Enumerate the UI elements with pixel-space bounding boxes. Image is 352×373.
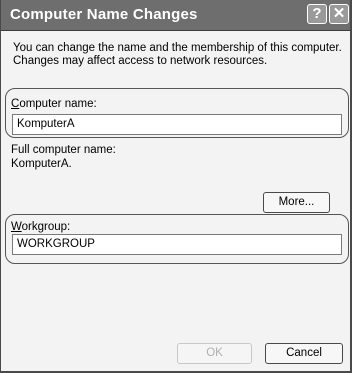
workgroup-label: Workgroup: (11, 221, 70, 233)
full-computer-name-label: Full computer name: (11, 144, 116, 156)
workgroup-label-text: orkgroup: (21, 221, 71, 233)
full-computer-name-value: KomputerA. (11, 158, 72, 170)
window-title: Computer Name Changes (10, 6, 198, 23)
ok-button[interactable]: OK (177, 343, 252, 364)
more-button[interactable]: More... (263, 192, 330, 213)
cancel-button[interactable]: Cancel (265, 343, 343, 364)
title-bar[interactable]: Computer Name Changes ? ✕ (1, 0, 350, 31)
computer-name-changes-dialog: Computer Name Changes ? ✕ You can change… (0, 0, 352, 373)
computer-name-label-text: omputer name: (19, 98, 97, 110)
help-icon[interactable]: ? (307, 4, 327, 24)
close-icon[interactable]: ✕ (329, 4, 349, 24)
intro-text: You can change the name and the membersh… (13, 42, 342, 67)
computer-name-input[interactable]: KomputerA (12, 114, 342, 135)
computer-name-label: Computer name: (11, 98, 97, 110)
workgroup-label-mnemonic: W (11, 221, 22, 233)
workgroup-input[interactable]: WORKGROUP (12, 234, 342, 255)
